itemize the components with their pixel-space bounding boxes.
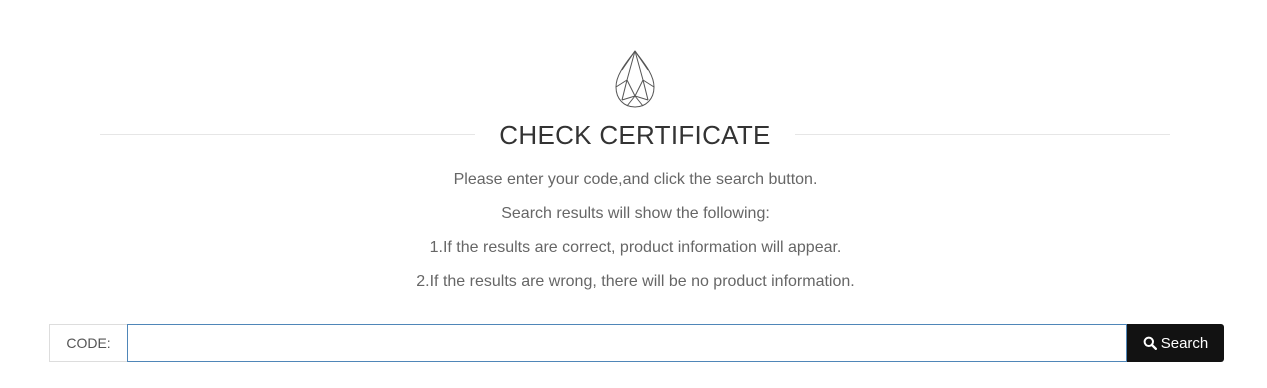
instruction-line: Search results will show the following: (501, 205, 770, 222)
search-bar: CODE: Search (49, 324, 1224, 362)
search-button-label: Search (1160, 334, 1209, 352)
instruction-line: 1.If the results are correct, product in… (429, 239, 842, 256)
instruction-line: Please enter your code,and click the sea… (453, 171, 818, 188)
instruction-line: 2.If the results are wrong, there will b… (416, 273, 855, 290)
title-row: CHECK CERTIFICATE (100, 118, 1170, 152)
search-icon (1143, 336, 1157, 350)
pear-diamond-icon (615, 50, 655, 108)
search-button[interactable]: Search (1127, 324, 1224, 362)
page-title: CHECK CERTIFICATE (499, 120, 771, 150)
code-input[interactable] (127, 324, 1127, 362)
title-divider-right (795, 134, 1170, 135)
certificate-check-page: CHECK CERTIFICATE Please enter your code… (0, 0, 1267, 388)
instructions: Please enter your code,and click the sea… (0, 163, 1267, 299)
code-label: CODE: (49, 324, 127, 362)
